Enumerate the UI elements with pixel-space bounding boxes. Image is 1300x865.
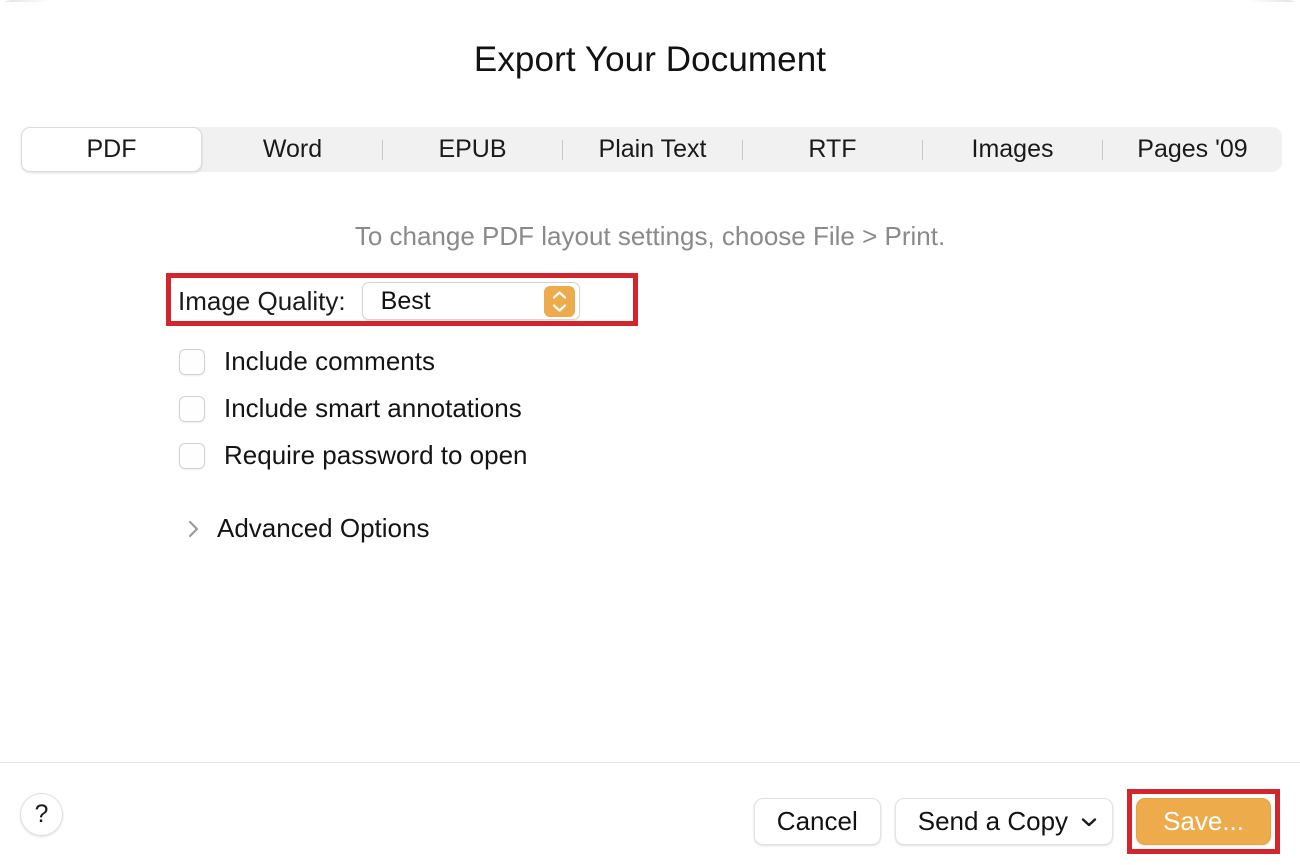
export-dialog: Export Your Document PDF Word EPUB Plain… [0, 0, 1300, 865]
image-quality-value: Best [380, 286, 431, 315]
option-label: Include comments [224, 346, 435, 376]
option-require-password[interactable]: Require password to open [179, 432, 528, 479]
layout-hint-text: To change PDF layout settings, choose Fi… [354, 221, 946, 251]
image-quality-row: Image Quality: Best [178, 282, 580, 320]
tab-label: Word [262, 135, 323, 163]
tab-label: Pages '09 [1137, 135, 1248, 163]
stepper-up-down-icon[interactable] [543, 286, 575, 317]
tab-label: Plain Text [598, 135, 707, 163]
advanced-options-label: Advanced Options [217, 513, 430, 543]
footer-divider [0, 762, 1300, 763]
footer-actions: Cancel Send a Copy Save... [753, 789, 1280, 854]
tab-label: Images [971, 135, 1054, 163]
checkbox[interactable] [179, 348, 205, 375]
chevron-down-icon[interactable] [1080, 816, 1098, 828]
save-button-label: Save... [1163, 806, 1244, 836]
save-button[interactable]: Save... [1136, 798, 1271, 845]
tab-word[interactable]: Word [203, 127, 382, 172]
save-button-highlight-box: Save... [1127, 789, 1280, 854]
advanced-options-disclosure[interactable]: Advanced Options [184, 513, 429, 544]
option-label: Include smart annotations [224, 393, 522, 423]
format-tab-bar: PDF Word EPUB Plain Text RTF Images Page… [21, 127, 1282, 172]
tab-label: EPUB [438, 135, 507, 163]
tab-plain-text[interactable]: Plain Text [563, 127, 742, 172]
chevron-right-icon[interactable] [184, 516, 204, 542]
tab-images[interactable]: Images [923, 127, 1102, 172]
tab-rtf[interactable]: RTF [743, 127, 922, 172]
checkbox[interactable] [179, 442, 205, 469]
option-label: Require password to open [224, 440, 528, 470]
cancel-button[interactable]: Cancel [753, 798, 881, 845]
export-options-list: Include comments Include smart annotatio… [179, 338, 528, 479]
send-a-copy-label: Send a Copy [917, 806, 1069, 836]
image-quality-label: Image Quality: [178, 285, 346, 316]
send-a-copy-button[interactable]: Send a Copy [894, 798, 1114, 845]
page-title: Export Your Document [473, 40, 827, 79]
image-quality-select[interactable]: Best [361, 282, 580, 320]
help-button-label: ? [34, 800, 49, 828]
option-include-comments[interactable]: Include comments [179, 338, 528, 385]
cancel-button-label: Cancel [776, 806, 858, 836]
tab-epub[interactable]: EPUB [383, 127, 562, 172]
help-button[interactable]: ? [20, 793, 63, 836]
checkbox[interactable] [179, 395, 205, 422]
option-include-smart-annotations[interactable]: Include smart annotations [179, 385, 528, 432]
tab-pdf[interactable]: PDF [21, 127, 202, 172]
tab-pages-09[interactable]: Pages '09 [1103, 127, 1282, 172]
tab-label: RTF [808, 135, 857, 163]
tab-label: PDF [86, 135, 137, 163]
